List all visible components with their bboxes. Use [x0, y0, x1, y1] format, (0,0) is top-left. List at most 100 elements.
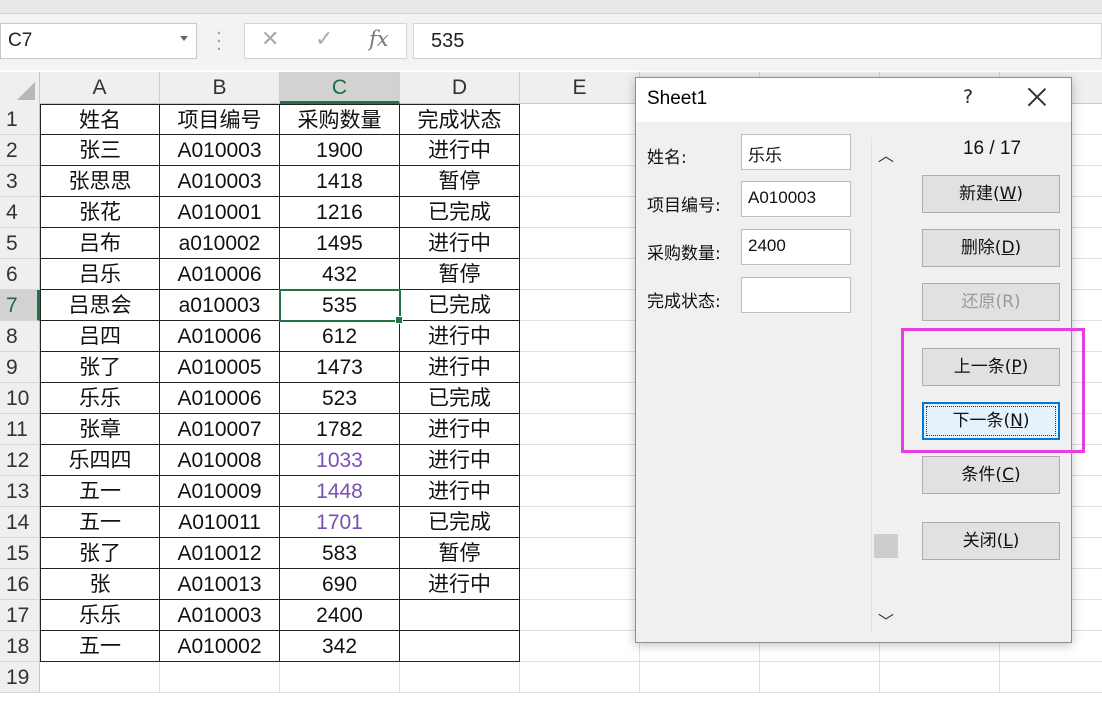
more-options-icon[interactable]: · · ·	[216, 25, 222, 59]
record-scrollbar[interactable]: ︿ ﹀	[871, 138, 899, 634]
table-cell[interactable]: A010006	[160, 259, 280, 290]
column-header-e[interactable]: E	[520, 72, 640, 104]
table-cell[interactable]: a010003	[160, 290, 280, 321]
close-button[interactable]: 关闭(L)	[922, 522, 1060, 560]
column-header-d[interactable]: D	[400, 72, 520, 104]
row-header-11[interactable]: 11	[0, 414, 40, 445]
chevron-down-icon[interactable]: ﹀	[872, 608, 900, 631]
table-cell[interactable]: 五一	[40, 631, 160, 662]
table-cell[interactable]: 已完成	[400, 290, 520, 321]
empty-cell[interactable]	[520, 631, 640, 662]
row-header-14[interactable]: 14	[0, 507, 40, 538]
dialog-title-bar[interactable]: Sheet1 ?	[636, 78, 1071, 122]
table-cell[interactable]: 690	[280, 569, 400, 600]
empty-cell[interactable]	[520, 507, 640, 538]
table-cell[interactable]: 342	[280, 631, 400, 662]
name-box[interactable]: C7	[0, 23, 197, 59]
table-cell[interactable]: 已完成	[400, 507, 520, 538]
empty-cell[interactable]	[160, 662, 280, 693]
empty-cell[interactable]	[520, 569, 640, 600]
table-cell[interactable]: 吕乐	[40, 259, 160, 290]
empty-cell[interactable]	[520, 414, 640, 445]
row-header-7[interactable]: 7	[0, 290, 40, 321]
row-header-9[interactable]: 9	[0, 352, 40, 383]
table-cell[interactable]: 1782	[280, 414, 400, 445]
delete-button[interactable]: 删除(D)	[922, 229, 1060, 267]
table-cell[interactable]: A010006	[160, 383, 280, 414]
help-button[interactable]: ?	[958, 86, 978, 108]
table-cell[interactable]: A010003	[160, 135, 280, 166]
table-cell[interactable]: 张思思	[40, 166, 160, 197]
table-cell[interactable]: 进行中	[400, 569, 520, 600]
row-header-18[interactable]: 18	[0, 631, 40, 662]
empty-cell[interactable]	[520, 228, 640, 259]
table-cell[interactable]: 612	[280, 321, 400, 352]
table-cell[interactable]: 1900	[280, 135, 400, 166]
empty-cell[interactable]	[520, 166, 640, 197]
empty-cell[interactable]	[760, 662, 880, 693]
row-header-4[interactable]: 4	[0, 197, 40, 228]
check-icon[interactable]: ✓	[315, 27, 333, 52]
empty-cell[interactable]	[520, 383, 640, 414]
table-cell[interactable]: 1701	[280, 507, 400, 538]
table-cell[interactable]	[400, 600, 520, 631]
table-cell[interactable]: 张了	[40, 538, 160, 569]
empty-cell[interactable]	[280, 662, 400, 693]
field-input-quantity[interactable]: 2400	[741, 229, 851, 265]
table-cell[interactable]: A010011	[160, 507, 280, 538]
table-cell[interactable]: A010005	[160, 352, 280, 383]
column-header-a[interactable]: A	[40, 72, 160, 104]
restore-button[interactable]: 还原(R)	[922, 283, 1060, 321]
table-cell[interactable]: 暂停	[400, 538, 520, 569]
empty-cell[interactable]	[520, 104, 640, 135]
criteria-button[interactable]: 条件(C)	[922, 456, 1060, 494]
table-cell[interactable]: 五一	[40, 476, 160, 507]
table-cell[interactable]: A010007	[160, 414, 280, 445]
row-header-8[interactable]: 8	[0, 321, 40, 352]
row-header-10[interactable]: 10	[0, 383, 40, 414]
row-header-19[interactable]: 19	[0, 662, 40, 693]
table-cell[interactable]: A010009	[160, 476, 280, 507]
empty-cell[interactable]	[520, 135, 640, 166]
table-cell[interactable]: A010001	[160, 197, 280, 228]
column-header-c[interactable]: C	[280, 72, 400, 104]
table-cell[interactable]: 已完成	[400, 197, 520, 228]
table-cell[interactable]: 张花	[40, 197, 160, 228]
chevron-down-icon[interactable]	[180, 36, 188, 41]
table-cell[interactable]: 2400	[280, 600, 400, 631]
table-cell[interactable]: 吕四	[40, 321, 160, 352]
new-button[interactable]: 新建(W)	[922, 175, 1060, 213]
table-cell[interactable]: 五一	[40, 507, 160, 538]
row-header-17[interactable]: 17	[0, 600, 40, 631]
table-cell[interactable]: 523	[280, 383, 400, 414]
empty-cell[interactable]	[520, 662, 640, 693]
table-cell[interactable]: 张了	[40, 352, 160, 383]
table-cell[interactable]: 1216	[280, 197, 400, 228]
scroll-thumb[interactable]	[874, 534, 898, 558]
table-cell[interactable]: A010013	[160, 569, 280, 600]
table-cell[interactable]: 进行中	[400, 321, 520, 352]
table-cell[interactable]: 张三	[40, 135, 160, 166]
row-header-1[interactable]: 1	[0, 104, 40, 135]
field-input-name[interactable]: 乐乐	[741, 134, 851, 170]
chevron-up-icon[interactable]: ︿	[872, 142, 900, 165]
table-cell[interactable]: 乐乐	[40, 383, 160, 414]
row-header-2[interactable]: 2	[0, 135, 40, 166]
table-cell[interactable]: A010006	[160, 321, 280, 352]
row-header-6[interactable]: 6	[0, 259, 40, 290]
table-cell[interactable]: 吕布	[40, 228, 160, 259]
table-cell[interactable]: a010002	[160, 228, 280, 259]
table-cell[interactable]: 进行中	[400, 228, 520, 259]
table-header-cell[interactable]: 项目编号	[160, 104, 280, 135]
table-cell[interactable]: 1473	[280, 352, 400, 383]
table-cell[interactable]: A010002	[160, 631, 280, 662]
close-icon[interactable]	[1026, 86, 1048, 108]
table-cell[interactable]: 1495	[280, 228, 400, 259]
table-cell[interactable]: 进行中	[400, 445, 520, 476]
table-cell[interactable]: 1033	[280, 445, 400, 476]
table-cell[interactable]: A010003	[160, 600, 280, 631]
table-cell[interactable]: 432	[280, 259, 400, 290]
insert-function-button[interactable]: fx	[369, 27, 389, 51]
table-cell[interactable]: A010012	[160, 538, 280, 569]
empty-cell[interactable]	[520, 290, 640, 321]
